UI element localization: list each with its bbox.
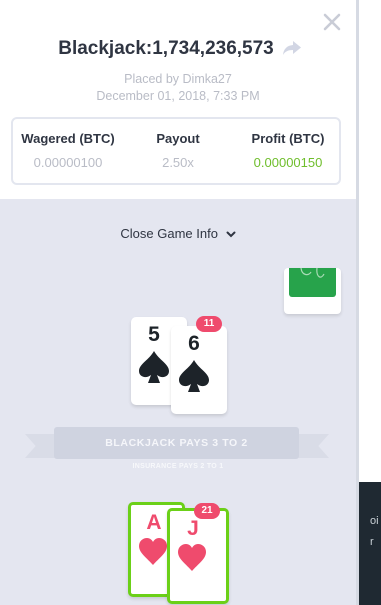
close-icon[interactable] (322, 12, 342, 32)
background-dark-panel: oi r (356, 482, 381, 605)
wagered-stat: Wagered (BTC) 0.00000100 (13, 131, 123, 170)
profit-stat: Profit (BTC) 0.00000150 (233, 131, 343, 170)
payout-value: 2.50x (162, 155, 194, 170)
toggle-label: Close Game Info (120, 226, 218, 241)
background-text-fragment: oi (370, 515, 379, 527)
close-button[interactable] (322, 12, 342, 32)
card-rank: J (187, 517, 199, 540)
insurance-pays-text: INSURANCE PAYS 2 TO 1 (132, 463, 224, 470)
spade-icon (179, 360, 209, 392)
player-total-badge: 21 (194, 503, 220, 519)
dealer-total-badge: 11 (196, 316, 222, 332)
card-deck (284, 268, 341, 314)
background-page: oi r (356, 0, 381, 605)
payout-stat: Payout 2.50x (123, 131, 233, 170)
blackjack-pays-banner: BLACKJACK PAYS 3 TO 2 (54, 427, 299, 459)
dealer-card-2: 6 (171, 326, 227, 414)
player-card-2: J (167, 508, 229, 604)
background-text-fragment: r (370, 536, 374, 548)
profit-value: 0.00000150 (253, 155, 323, 170)
deck-pattern-icon (300, 268, 325, 278)
payout-label: Payout (156, 131, 200, 146)
bet-title: Blackjack:1,734,236,573 (0, 38, 356, 62)
placed-by-text: Placed by Dimka27 (124, 72, 232, 86)
wagered-label: Wagered (BTC) (21, 131, 115, 146)
spade-icon (139, 351, 169, 383)
wagered-value: 0.00000100 (33, 155, 103, 170)
chevron-down-icon (226, 231, 236, 238)
bet-date-text: December 01, 2018, 7:33 PM (96, 89, 260, 103)
heart-icon (139, 538, 167, 565)
profit-label: Profit (BTC) (251, 131, 325, 146)
bet-details-modal: Blackjack:1,734,236,573 Placed by Dimka2… (0, 0, 356, 605)
game-info-area: Close Game Info 5 6 11 BLACKJACK PAYS 3 … (0, 199, 356, 605)
share-icon[interactable] (282, 40, 302, 56)
bet-id-title: Blackjack:1,734,236,573 (58, 38, 274, 59)
close-game-info-toggle[interactable]: Close Game Info (0, 226, 356, 241)
heart-icon (178, 544, 206, 571)
bet-stats-box: Wagered (BTC) 0.00000100 Payout 2.50x Pr… (11, 117, 341, 185)
card-rank: 6 (188, 332, 200, 355)
